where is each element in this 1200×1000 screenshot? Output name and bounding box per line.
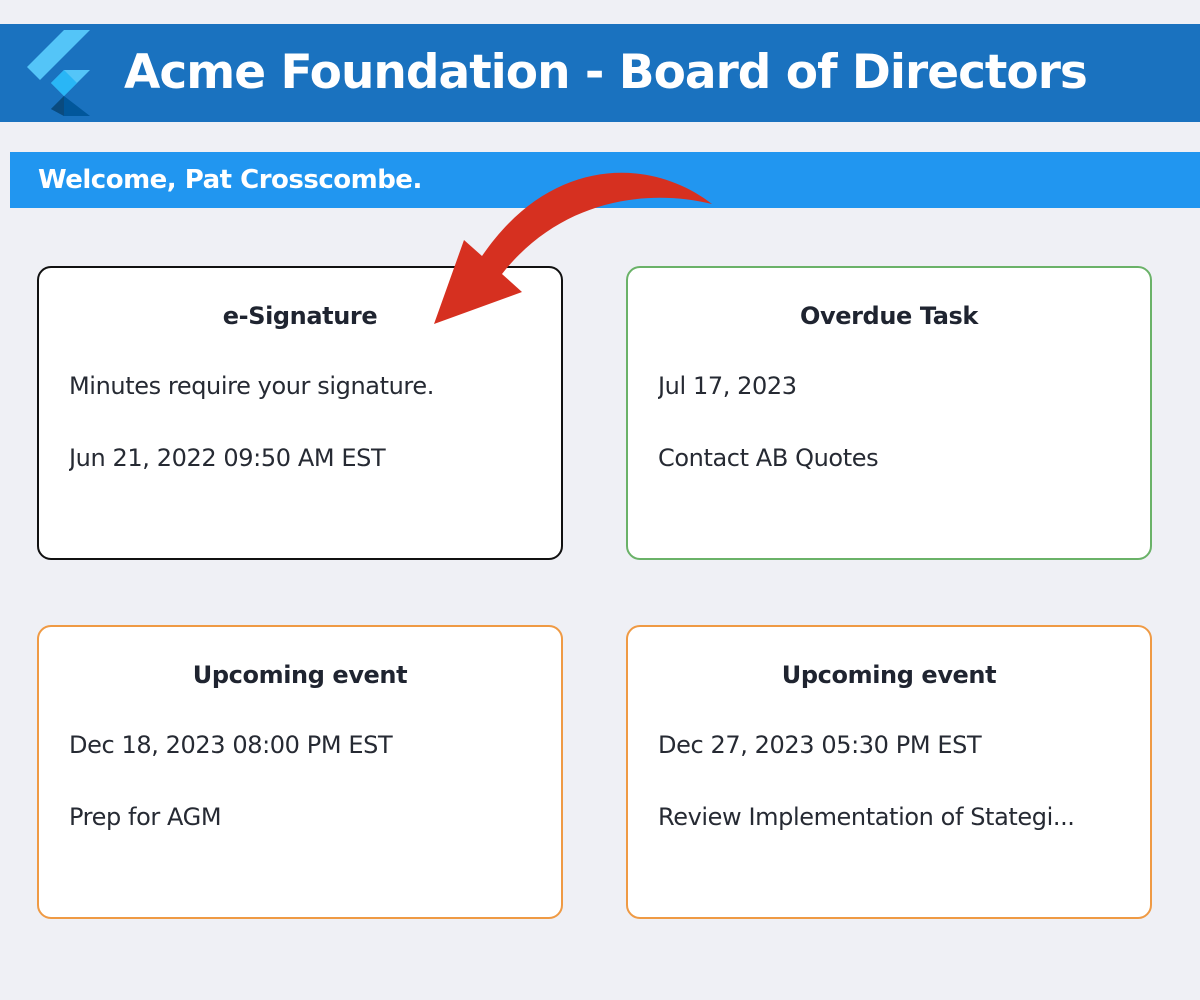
- welcome-banner: Welcome, Pat Crosscombe.: [10, 152, 1200, 208]
- card-title: e-Signature: [222, 302, 378, 330]
- app-title: Acme Foundation - Board of Directors: [124, 45, 1088, 100]
- card-description: Minutes require your signature.: [69, 372, 434, 400]
- card-date: Jul 17, 2023: [658, 372, 797, 400]
- welcome-message: Welcome, Pat Crosscombe.: [38, 165, 422, 195]
- app-header: Acme Foundation - Board of Directors: [0, 24, 1200, 122]
- card-title: Upcoming event: [781, 661, 997, 689]
- card-datetime: Dec 18, 2023 08:00 PM EST: [69, 731, 393, 759]
- upcoming-event-card[interactable]: Upcoming event Dec 27, 2023 05:30 PM EST…: [626, 625, 1152, 919]
- flutter-logo-icon: [27, 30, 90, 116]
- upcoming-event-card[interactable]: Upcoming event Dec 18, 2023 08:00 PM EST…: [37, 625, 563, 919]
- card-description: Review Implementation of Stategi...: [658, 803, 1075, 831]
- card-title: Overdue Task: [800, 302, 978, 330]
- e-signature-card[interactable]: e-Signature Minutes require your signatu…: [37, 266, 563, 560]
- card-description: Contact AB Quotes: [658, 444, 879, 472]
- card-datetime: Dec 27, 2023 05:30 PM EST: [658, 731, 982, 759]
- card-datetime: Jun 21, 2022 09:50 AM EST: [69, 444, 386, 472]
- card-title: Upcoming event: [192, 661, 408, 689]
- card-description: Prep for AGM: [69, 803, 222, 831]
- overdue-task-card[interactable]: Overdue Task Jul 17, 2023 Contact AB Quo…: [626, 266, 1152, 560]
